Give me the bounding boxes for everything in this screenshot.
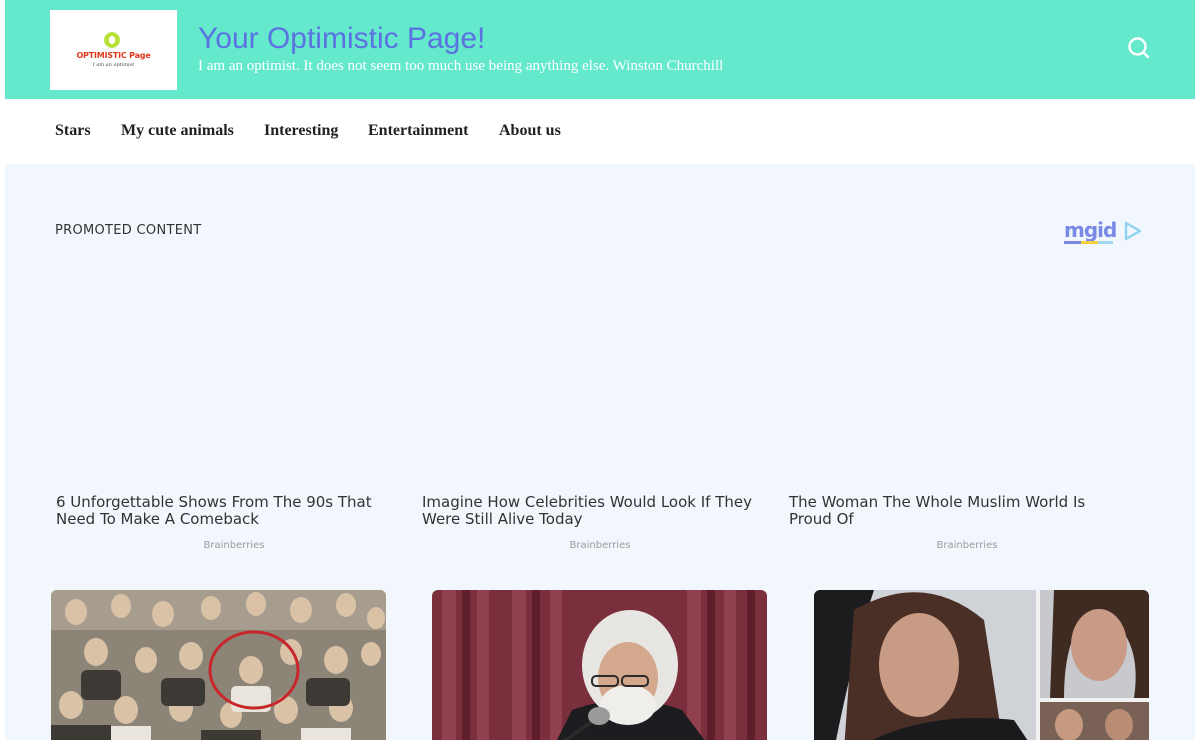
search-button[interactable] [1126,35,1152,61]
main-nav: Stars My cute animals Interesting Entert… [5,99,1195,164]
mgid-brand-text: mgid [1064,218,1117,242]
site-header: OPTIMISTIC Page I am an optimist Your Op… [5,0,1195,99]
lightbulb-icon [104,32,120,48]
nav-item-entertainment[interactable]: Entertainment [368,122,468,140]
nav-item-interesting[interactable]: Interesting [264,122,338,140]
logo-text: OPTIMISTIC Page [76,51,151,60]
nav-item-my-cute-animals[interactable]: My cute animals [121,122,234,140]
promo-thumbnail-speaker[interactable] [432,590,767,740]
mgid-play-icon [1124,221,1142,241]
search-icon [1128,37,1150,59]
promo-card-source-3[interactable]: Brainberries [799,540,1135,551]
promo-thumbnail-crowd[interactable] [51,590,386,740]
logo-subtext: I am an optimist [92,62,135,68]
speaker-photo-image [432,590,767,740]
site-logo[interactable]: OPTIMISTIC Page I am an optimist [50,10,177,90]
mgid-bar-yellow [1081,241,1098,244]
nav-item-about-us[interactable]: About us [499,122,561,140]
site-title[interactable]: Your Optimistic Page! [198,22,485,56]
promo-card-title-2[interactable]: Imagine How Celebrities Would Look If Th… [422,494,758,528]
promoted-content-label: PROMOTED CONTENT [55,223,202,238]
site-tagline: I am an optimist. It does not seem too m… [198,58,724,74]
nav-item-stars[interactable]: Stars [55,122,91,140]
woman-collage-image [814,590,1149,740]
mgid-bar-blue [1064,241,1081,244]
promo-card-title-3[interactable]: The Woman The Whole Muslim World Is Prou… [789,494,1125,528]
mgid-logo[interactable]: mgid [1063,218,1143,246]
promo-thumbnail-woman[interactable] [814,590,1149,740]
mgid-bar-lightblue [1098,241,1113,244]
crowd-photo-image [51,590,386,740]
promo-card-source-2[interactable]: Brainberries [432,540,768,551]
promo-card-source-1[interactable]: Brainberries [66,540,402,551]
page-frame: OPTIMISTIC Page I am an optimist Your Op… [5,0,1195,740]
promo-card-title-1[interactable]: 6 Unforgettable Shows From The 90s That … [56,494,392,528]
